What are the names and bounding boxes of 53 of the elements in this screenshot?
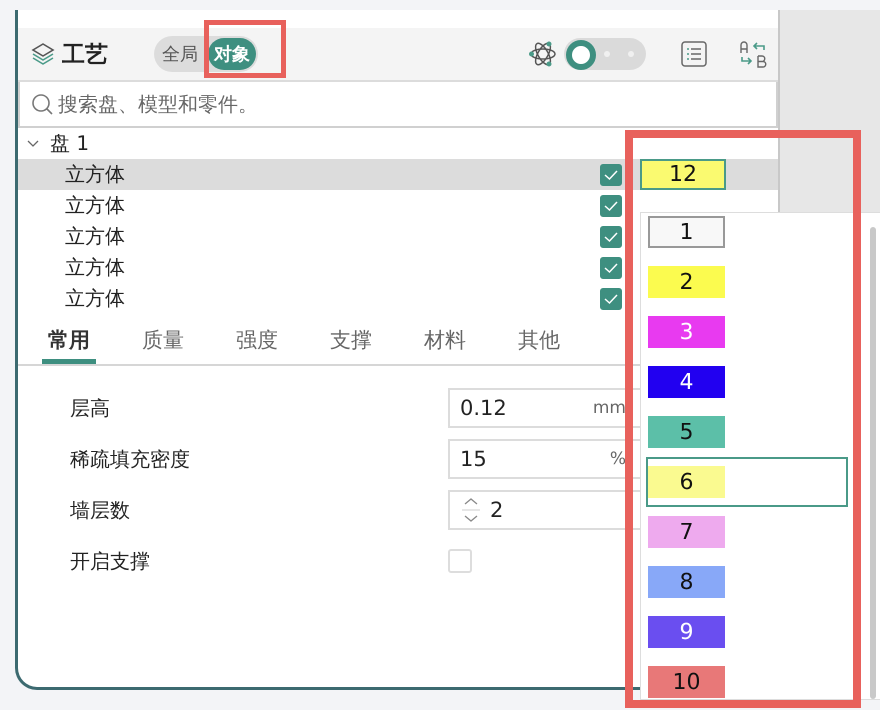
color-swatch: 9 xyxy=(648,616,725,648)
setting-label: 开启支撑 xyxy=(70,548,151,574)
tab[interactable]: 强度 xyxy=(230,320,284,364)
search-field[interactable]: 搜索盘、模型和零件。 xyxy=(18,82,778,128)
scrollbar[interactable] xyxy=(870,227,876,699)
tree-item[interactable]: 立方体 xyxy=(65,223,125,250)
tree-item[interactable]: 立方体 xyxy=(65,285,125,312)
search-input[interactable]: 搜索盘、模型和零件。 xyxy=(56,91,766,117)
unit-label: mm xyxy=(592,398,626,418)
dropdown-option[interactable]: 2 xyxy=(641,257,848,307)
row-label: 立方体 xyxy=(65,161,125,188)
panel-title: 工艺 xyxy=(62,40,108,70)
tree-row[interactable]: 立方体 12 xyxy=(18,159,778,190)
color-swatch: 5 xyxy=(648,416,725,448)
tab[interactable]: 材料 xyxy=(418,320,472,364)
color-swatch: 10 xyxy=(648,666,725,698)
checkbox[interactable] xyxy=(600,288,622,310)
atom-icon xyxy=(528,39,558,69)
checkbox[interactable] xyxy=(600,226,622,248)
tab[interactable]: 其他 xyxy=(512,320,566,364)
mode-switch[interactable] xyxy=(564,38,646,70)
dropdown-option[interactable]: 6 xyxy=(646,457,848,507)
dropdown-option[interactable]: 9 xyxy=(641,607,848,657)
tree-item[interactable]: 盘 1 xyxy=(50,130,90,157)
dropdown-option[interactable]: 8 xyxy=(641,557,848,607)
color-swatch: 2 xyxy=(648,266,725,298)
color-swatch: 7 xyxy=(648,516,725,548)
setting-label: 层高 xyxy=(70,394,111,422)
scope-option[interactable]: 对象 xyxy=(208,38,256,70)
color-swatch: 4 xyxy=(648,366,725,398)
tab[interactable]: 质量 xyxy=(136,320,190,364)
dropdown-option[interactable]: 1 xyxy=(641,213,848,257)
tree-item[interactable]: 立方体 xyxy=(65,254,125,281)
setting-label: 墙层数 xyxy=(70,496,131,524)
layers-icon xyxy=(30,41,56,67)
color-swatch: 3 xyxy=(648,316,725,348)
color-chip[interactable]: 12 xyxy=(640,159,726,190)
color-swatch: 6 xyxy=(648,466,725,498)
color-swatch: 1 xyxy=(648,216,725,248)
tab[interactable]: 支撑 xyxy=(324,320,378,364)
unit-label: % xyxy=(610,449,626,469)
swap-icon[interactable] xyxy=(738,39,768,69)
checkbox[interactable] xyxy=(600,194,622,216)
dropdown-option[interactable]: 10 xyxy=(641,657,848,699)
checkbox[interactable] xyxy=(600,164,622,186)
search-icon xyxy=(30,92,54,116)
tab[interactable]: 常用 xyxy=(42,320,96,364)
setting-label: 稀疏填充密度 xyxy=(70,446,191,472)
list-icon[interactable] xyxy=(680,40,708,68)
tree-item[interactable]: 立方体 xyxy=(65,192,125,219)
color-swatch: 8 xyxy=(648,566,725,598)
checkbox[interactable] xyxy=(600,256,622,278)
scope-option[interactable]: 全局 xyxy=(156,38,204,70)
